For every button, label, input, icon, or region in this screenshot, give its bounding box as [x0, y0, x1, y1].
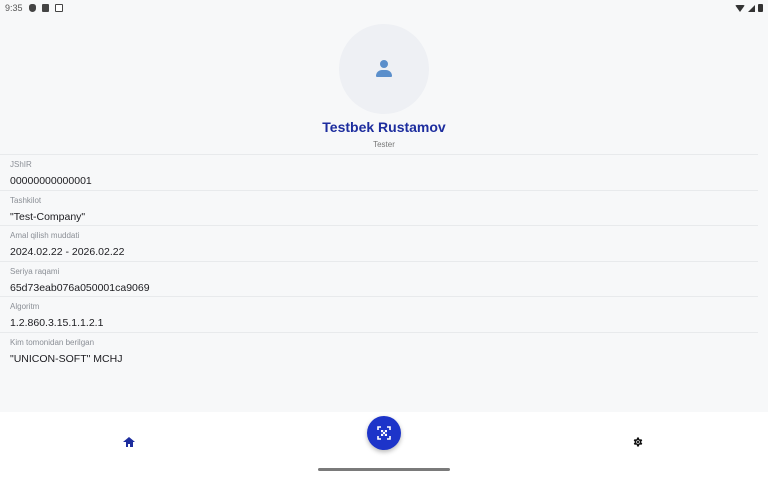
field-label: JShIR	[10, 160, 32, 169]
field-label: Kim tomonidan berilgan	[10, 337, 95, 347]
clipboard-icon	[41, 4, 49, 12]
info-row-validity: Amal qilish muddati 2024.02.22 - 2026.02…	[0, 225, 758, 261]
bottom-navigation	[0, 412, 768, 480]
qr-scan-icon	[377, 426, 391, 440]
battery-icon	[758, 4, 763, 12]
field-value: 00000000000001	[10, 175, 92, 187]
shield-icon	[28, 4, 36, 12]
info-row-organization: Tashkilot "Test-Company"	[0, 189, 758, 226]
status-time: 9:35	[5, 3, 23, 13]
nav-settings-button[interactable]	[628, 432, 648, 452]
screen: 9:35 Testbek Rustamov Tester JShIR 00000…	[0, 0, 768, 480]
status-right	[735, 4, 763, 12]
box-icon	[54, 4, 63, 12]
nav-home-button[interactable]	[119, 432, 139, 452]
wifi-icon	[735, 4, 745, 12]
field-value: 65d73eab076a050001ca9069	[10, 281, 150, 294]
certificate-info-list: JShIR 00000000000001 Tashkilot "Test-Com…	[0, 154, 768, 367]
person-icon	[375, 60, 393, 78]
qr-scan-button[interactable]	[367, 416, 401, 450]
home-icon	[122, 437, 135, 447]
field-label: Seriya raqami	[10, 266, 60, 276]
field-label: Amal qilish muddati	[10, 231, 80, 240]
field-label: Algoritm	[10, 302, 40, 311]
field-value: 1.2.860.3.15.1.1.2.1	[10, 317, 104, 329]
info-row-algorithm: Algoritm 1.2.860.3.15.1.1.2.1	[0, 296, 758, 332]
field-value: "Test-Company"	[10, 210, 86, 223]
info-row-serial: Seriya raqami 65d73eab076a050001ca9069	[0, 260, 758, 297]
gesture-home-indicator[interactable]	[318, 468, 450, 471]
profile-name: Testbek Rustamov	[322, 119, 446, 135]
field-value: 2024.02.22 - 2026.02.22	[10, 246, 125, 258]
status-bar: 9:35	[0, 0, 768, 16]
avatar	[339, 24, 429, 114]
field-label: Tashkilot	[10, 195, 42, 205]
gear-icon	[633, 437, 643, 447]
profile-role: Tester	[373, 140, 395, 149]
info-row-jshir: JShIR 00000000000001	[0, 154, 758, 190]
field-value: "UNICON-SOFT" MCHJ	[10, 352, 123, 365]
info-row-issuer: Kim tomonidan berilgan "UNICON-SOFT" MCH…	[0, 331, 758, 368]
signal-icon	[748, 4, 755, 12]
status-left: 9:35	[5, 3, 63, 13]
